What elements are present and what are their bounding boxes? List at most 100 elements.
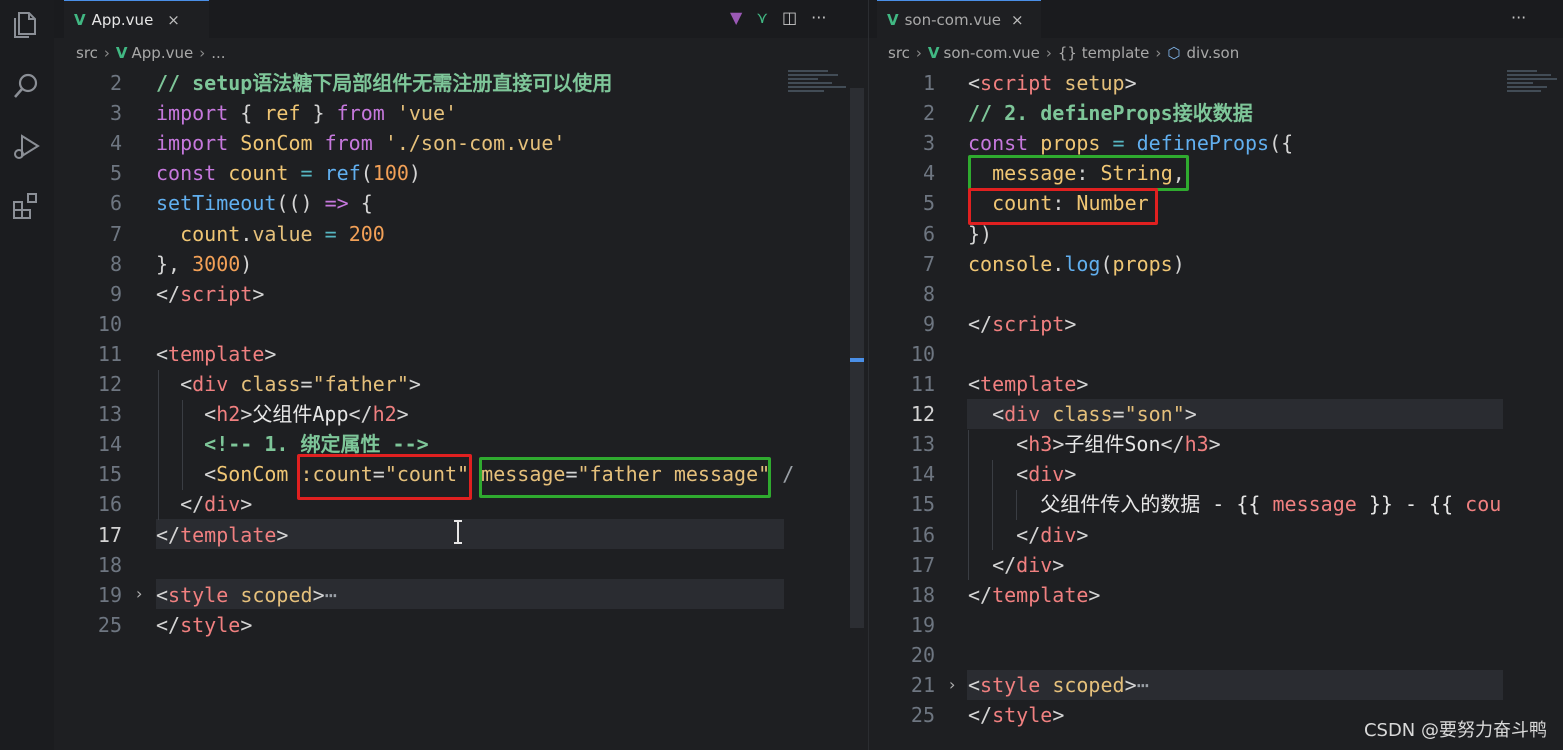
code-token: 父组件传入的数据 - {{	[1040, 492, 1273, 517]
breadcrumb-item[interactable]: son-com.vue	[944, 44, 1040, 62]
breadcrumb-item[interactable]: src	[76, 44, 98, 62]
code-token: const	[156, 161, 217, 186]
code-token: cou	[1465, 492, 1502, 517]
code-line[interactable]: 2 // setup语法糖下局部组件无需注册直接可以使用	[54, 68, 868, 98]
code-line[interactable]: 11 <template>	[54, 339, 868, 369]
code-token: value	[252, 221, 313, 246]
code-text: <h2>父组件App</h2>	[156, 399, 409, 429]
tab-app-vue[interactable]: V App.vue ×	[64, 0, 209, 38]
code-line[interactable]: 7 count.value = 200	[54, 219, 868, 249]
split-editor-icon[interactable]: ◫	[782, 8, 797, 27]
more-actions-icon[interactable]: ···	[1511, 8, 1526, 27]
search-icon[interactable]	[10, 70, 42, 102]
code-line[interactable]: 5 const count = ref(100)	[54, 158, 868, 188]
close-icon[interactable]: ×	[1011, 11, 1024, 29]
code-token: .	[1052, 251, 1065, 276]
code-text: <div>	[968, 459, 1076, 489]
code-line[interactable]: 8}, 3000)	[54, 249, 868, 279]
more-actions-icon[interactable]: ···	[811, 8, 826, 27]
code-token: template	[180, 522, 277, 547]
code-text: import { ref } from 'vue'	[156, 98, 457, 128]
code-text: import SonCom from './son-com.vue'	[156, 128, 565, 158]
vue-devtools-icon[interactable]: ⋎	[756, 8, 768, 27]
code-token: </	[156, 281, 181, 306]
cube-icon: ⬡	[1167, 44, 1181, 62]
code-token: >	[1208, 432, 1221, 457]
code-line[interactable]: 20	[869, 640, 1563, 670]
code-line[interactable]: 9 </script>	[54, 279, 868, 309]
code-text: }, 3000)	[156, 249, 252, 279]
run-debug-icon[interactable]	[10, 130, 42, 162]
line-number: 5	[922, 191, 935, 216]
code-line[interactable]: 9 </script>	[869, 309, 1563, 339]
fold-chevron-icon[interactable]: ›	[949, 675, 955, 694]
line-number: 6	[109, 191, 122, 216]
line-number: 10	[910, 341, 935, 366]
code-line[interactable]: 8	[869, 279, 1563, 309]
code-line[interactable]: 6 setTimeout(() => {	[54, 188, 868, 218]
line-number: 11	[910, 372, 935, 396]
tab-son-com-vue[interactable]: V son-com.vue ×	[877, 0, 1041, 38]
code-line[interactable]: 13 <h3>子组件Son</h3>	[869, 429, 1563, 459]
extensions-icon[interactable]	[10, 190, 42, 222]
code-line[interactable]: 10	[54, 309, 868, 339]
explorer-icon[interactable]	[10, 8, 42, 40]
code-token: style	[168, 582, 229, 607]
code-line[interactable]: 15 父组件传入的数据 - {{ message }} - {{ cou	[869, 489, 1563, 519]
line-number: 18	[97, 552, 122, 577]
breadcrumb-item[interactable]: {} template	[1058, 44, 1150, 62]
code-line[interactable]: 19 <style scoped>⋯	[54, 580, 868, 610]
code-line[interactable]: 3 import { ref } from 'vue'	[54, 98, 868, 128]
code-line[interactable]: 4 import SonCom from './son-com.vue'	[54, 128, 868, 158]
code-token: 父组件App	[252, 402, 349, 427]
code-token: setup	[1064, 71, 1125, 95]
code-token: script	[180, 281, 253, 306]
code-token: <	[156, 372, 193, 396]
code-token: {	[348, 191, 373, 216]
breadcrumb-item[interactable]: div.son	[1187, 44, 1240, 62]
chevron-right-icon: ›	[915, 44, 922, 62]
close-icon[interactable]: ×	[167, 11, 180, 29]
code-line[interactable]: 10	[869, 339, 1563, 369]
code-line[interactable]: 14 <div>	[869, 459, 1563, 489]
code-line[interactable]: 18 </template>	[869, 580, 1563, 610]
code-line[interactable]: 16 </div>	[869, 520, 1563, 550]
code-token: >	[252, 281, 265, 306]
minimap[interactable]	[788, 68, 852, 128]
code-token: 'vue'	[396, 101, 458, 126]
breadcrumb-item[interactable]: App.vue	[132, 44, 194, 62]
code-token: >	[1184, 402, 1197, 427]
code-line[interactable]: 1 <script setup>	[869, 68, 1563, 98]
line-number: 13	[910, 432, 935, 457]
code-line[interactable]: 18	[54, 550, 868, 580]
code-token: >	[264, 341, 277, 366]
code-token: >	[396, 402, 409, 427]
code-line[interactable]: 13 <h2>父组件App</h2>	[54, 399, 868, 429]
code-token: from	[324, 131, 373, 156]
code-line[interactable]: 12 <div class="father">	[54, 369, 868, 399]
code-line[interactable]: 3 const props = defineProps({	[869, 128, 1563, 158]
code-token: "father"	[312, 372, 409, 396]
code-token: style	[992, 703, 1053, 728]
code-line[interactable]: 25 </style>	[54, 610, 868, 640]
vite-icon[interactable]: ▼	[730, 8, 742, 27]
code-text: <template>	[156, 339, 276, 369]
code-line[interactable]: 19	[869, 610, 1563, 640]
code-line[interactable]: 12 <div class="son">	[869, 399, 1563, 429]
fold-chevron-icon[interactable]: ›	[136, 584, 142, 603]
breadcrumb-item[interactable]: ...	[211, 44, 225, 62]
breadcrumb-item[interactable]: src	[888, 44, 910, 62]
code-token: =	[1112, 131, 1125, 156]
code-line[interactable]: 17 </div>	[869, 550, 1563, 580]
code-line[interactable]: 21 <style scoped>⋯	[869, 670, 1563, 700]
line-number: 17	[910, 552, 935, 577]
code-line[interactable]: 11 <template>	[869, 369, 1563, 399]
line-number: 16	[910, 522, 935, 547]
code-line[interactable]: 7 console.log(props)	[869, 249, 1563, 279]
minimap[interactable]	[1507, 68, 1563, 128]
code-line[interactable]: 2 // 2. defineProps接收数据	[869, 98, 1563, 128]
